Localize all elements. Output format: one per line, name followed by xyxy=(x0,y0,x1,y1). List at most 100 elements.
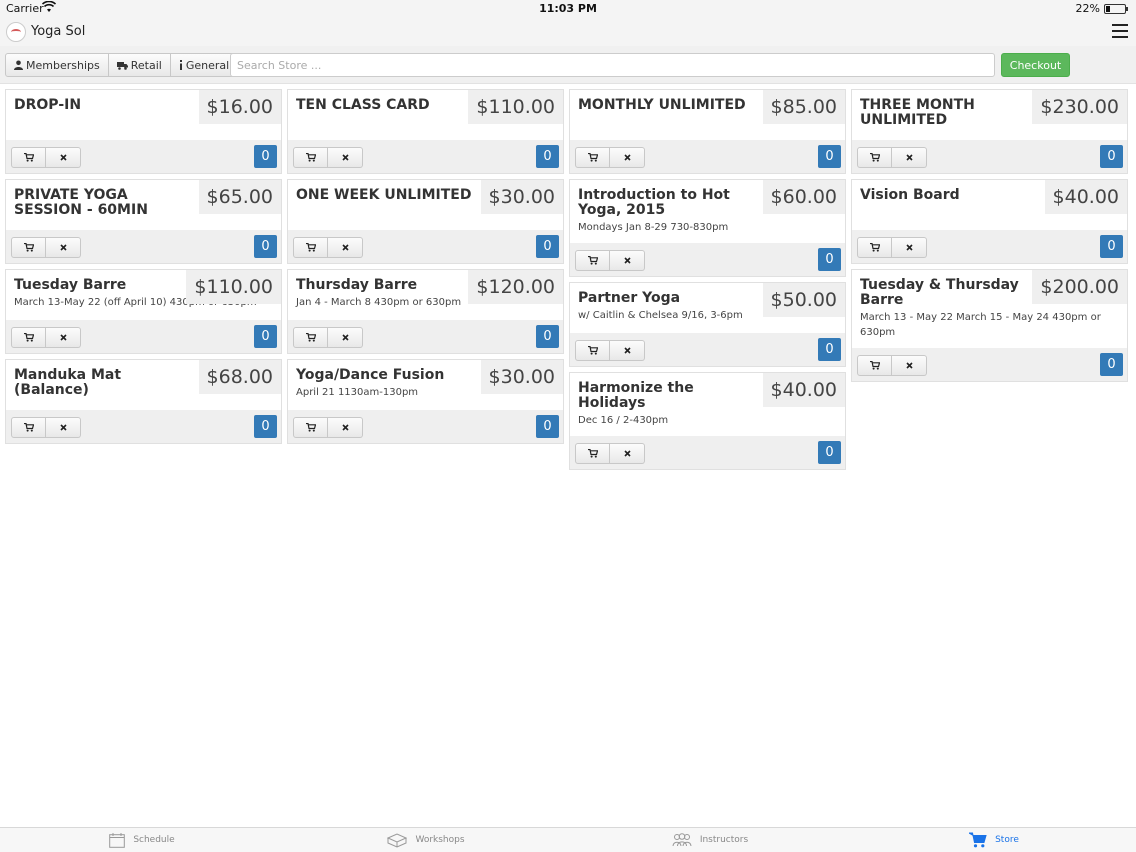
product-header: Vision Board $40.00 xyxy=(852,180,1127,230)
quantity-badge: 0 xyxy=(254,325,277,348)
add-to-cart-button[interactable] xyxy=(857,237,892,258)
cart-icon xyxy=(23,423,34,432)
product-price: $68.00 xyxy=(198,360,281,394)
remove-from-cart-button[interactable] xyxy=(328,327,363,348)
product-actions: 0 xyxy=(570,436,845,469)
cart-icon xyxy=(305,333,316,342)
remove-from-cart-button[interactable] xyxy=(328,417,363,438)
product-price: $85.00 xyxy=(762,90,845,124)
remove-from-cart-button[interactable] xyxy=(46,327,81,348)
add-to-cart-button[interactable] xyxy=(11,147,46,168)
product-header: THREE MONTH UNLIMITED $230.00 xyxy=(852,90,1127,140)
product-card: DROP-IN $16.00 0 xyxy=(5,89,282,174)
product-actions: 0 xyxy=(6,320,281,353)
product-actions: 0 xyxy=(852,230,1127,263)
memberships-button[interactable]: Memberships xyxy=(5,53,109,77)
quantity-badge: 0 xyxy=(536,325,559,348)
add-to-cart-button[interactable] xyxy=(575,340,610,361)
tab-store[interactable]: Store xyxy=(852,828,1136,852)
product-column: TEN CLASS CARD $110.00 0 ONE WEEK UNLIMITED… xyxy=(287,89,564,449)
add-to-cart-button[interactable] xyxy=(11,327,46,348)
app-header: Yoga Sol xyxy=(0,18,1136,46)
add-to-cart-button[interactable] xyxy=(575,147,610,168)
add-to-cart-button[interactable] xyxy=(11,237,46,258)
product-header: TEN CLASS CARD $110.00 xyxy=(288,90,563,140)
product-price: $110.00 xyxy=(186,270,281,304)
cart-icon xyxy=(23,153,34,162)
product-header: Thursday Barre Jan 4 - March 8 430pm or 6… xyxy=(288,270,563,320)
close-icon xyxy=(341,244,349,251)
memberships-label: Memberships xyxy=(26,58,100,72)
battery-indicator: 22% xyxy=(1076,2,1128,15)
close-icon xyxy=(341,424,349,431)
add-to-cart-button[interactable] xyxy=(575,250,610,271)
add-to-cart-button[interactable] xyxy=(293,147,328,168)
remove-from-cart-button[interactable] xyxy=(610,443,645,464)
product-card: Tuesday & Thursday Barre March 13 - May 2… xyxy=(851,269,1128,382)
quantity-badge: 0 xyxy=(536,235,559,258)
add-to-cart-button[interactable] xyxy=(293,237,328,258)
product-actions: 0 xyxy=(288,140,563,173)
remove-from-cart-button[interactable] xyxy=(610,250,645,271)
close-icon xyxy=(59,424,67,431)
quantity-badge: 0 xyxy=(818,145,841,168)
add-to-cart-button[interactable] xyxy=(293,327,328,348)
product-actions: 0 xyxy=(288,410,563,443)
remove-from-cart-button[interactable] xyxy=(46,237,81,258)
search-input[interactable] xyxy=(230,53,995,77)
add-to-cart-button[interactable] xyxy=(857,355,892,376)
remove-from-cart-button[interactable] xyxy=(892,147,927,168)
cart-icon xyxy=(587,256,598,265)
product-card: Partner Yoga w/ Caitlin & Chelsea 9/16, 3… xyxy=(569,282,846,367)
add-to-cart-button[interactable] xyxy=(857,147,892,168)
remove-from-cart-button[interactable] xyxy=(610,340,645,361)
general-label: General xyxy=(185,58,230,72)
cart-icon xyxy=(869,361,880,370)
quantity-badge: 0 xyxy=(1100,235,1123,258)
app-title: Yoga Sol xyxy=(31,24,86,39)
tab-workshops[interactable]: Workshops xyxy=(284,828,568,852)
truck-icon xyxy=(116,61,128,70)
remove-from-cart-button[interactable] xyxy=(328,237,363,258)
product-card: MONTHLY UNLIMITED $85.00 0 xyxy=(569,89,846,174)
product-header: Tuesday Barre March 13-May 22 (off April … xyxy=(6,270,281,320)
product-actions: 0 xyxy=(6,140,281,173)
add-to-cart-button[interactable] xyxy=(575,443,610,464)
category-filter: Memberships Retail General xyxy=(5,53,239,77)
product-price: $110.00 xyxy=(468,90,563,124)
quantity-badge: 0 xyxy=(254,415,277,438)
quantity-badge: 0 xyxy=(254,235,277,258)
close-icon xyxy=(59,334,67,341)
product-price: $30.00 xyxy=(480,180,563,214)
product-card: Tuesday Barre March 13-May 22 (off April … xyxy=(5,269,282,354)
add-to-cart-button[interactable] xyxy=(11,417,46,438)
product-price: $200.00 xyxy=(1032,270,1127,304)
cart-icon xyxy=(869,243,880,252)
product-card: Vision Board $40.00 0 xyxy=(851,179,1128,264)
close-icon xyxy=(905,362,913,369)
product-header: Manduka Mat (Balance) $68.00 xyxy=(6,360,281,410)
product-price: $40.00 xyxy=(762,373,845,407)
quantity-badge: 0 xyxy=(536,145,559,168)
product-price: $50.00 xyxy=(762,283,845,317)
product-column: THREE MONTH UNLIMITED $230.00 0 Vision Boar… xyxy=(851,89,1128,387)
remove-from-cart-button[interactable] xyxy=(328,147,363,168)
tab-instructors[interactable]: Instructors xyxy=(568,828,852,852)
remove-from-cart-button[interactable] xyxy=(46,417,81,438)
checkout-button[interactable]: Checkout xyxy=(1001,53,1070,77)
retail-button[interactable]: Retail xyxy=(108,53,171,77)
remove-from-cart-button[interactable] xyxy=(892,237,927,258)
close-icon xyxy=(623,450,631,457)
remove-from-cart-button[interactable] xyxy=(892,355,927,376)
remove-from-cart-button[interactable] xyxy=(610,147,645,168)
quantity-badge: 0 xyxy=(818,441,841,464)
tab-schedule[interactable]: Schedule xyxy=(0,828,284,852)
remove-from-cart-button[interactable] xyxy=(46,147,81,168)
close-icon xyxy=(905,244,913,251)
hamburger-menu-icon[interactable] xyxy=(1112,24,1128,38)
add-to-cart-button[interactable] xyxy=(293,417,328,438)
close-icon xyxy=(59,154,67,161)
general-button[interactable]: General xyxy=(170,53,239,77)
product-price: $30.00 xyxy=(480,360,563,394)
product-card: Introduction to Hot Yoga, 2015 Mondays Ja… xyxy=(569,179,846,277)
